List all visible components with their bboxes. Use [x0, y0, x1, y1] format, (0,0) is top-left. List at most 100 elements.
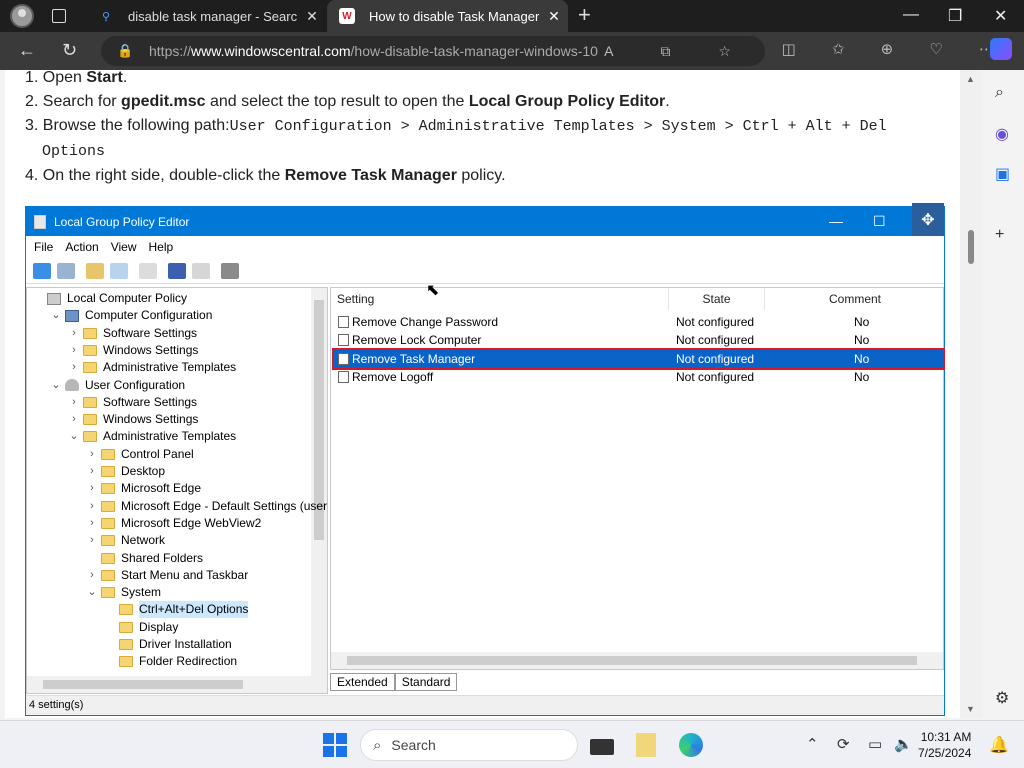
sidebar-add-icon[interactable]: +: [995, 226, 1004, 244]
tree-node-label: Local Computer Policy: [67, 291, 188, 305]
profile-avatar[interactable]: [10, 4, 34, 28]
tray-overflow-icon[interactable]: ⌃: [806, 735, 819, 753]
restore-button[interactable]: ❐: [948, 6, 962, 26]
scrollbar-thumb[interactable]: [968, 230, 974, 264]
mouse-cursor: ⬉: [426, 282, 440, 299]
tree-node-label: Microsoft Edge WebView2: [121, 515, 262, 530]
export-icon: [139, 262, 157, 279]
folder-icon: [101, 587, 115, 599]
refresh-button[interactable]: ↻: [62, 40, 77, 61]
address-bar[interactable]: 🔒 https://www.windowscentral.com/how-dis…: [101, 36, 765, 66]
copilot-icon[interactable]: [990, 38, 1012, 60]
column-header-setting: Setting: [331, 288, 669, 310]
gpe-status-bar: 4 setting(s): [26, 695, 944, 715]
tree-node: Ctrl+Alt+Del Options: [101, 601, 249, 619]
close-tab-icon[interactable]: ✕: [298, 8, 326, 25]
tab-actions-icon[interactable]: [52, 9, 66, 23]
folder-icon: [119, 656, 133, 668]
folder-icon: [101, 466, 115, 477]
clock-date: 7/25/2024: [918, 746, 972, 760]
tree-node: › Microsoft Edge - Default Settings (user…: [83, 498, 327, 515]
tree-vertical-scrollbar: [311, 288, 327, 676]
tree-expander-icon: ›: [90, 499, 94, 512]
file-explorer-icon[interactable]: [636, 733, 656, 757]
state-cell: Not configured: [676, 333, 755, 348]
address-toolbar: ← ↻ 🔒 https://www.windowscentral.com/how…: [0, 32, 1024, 70]
back-button[interactable]: ←: [18, 40, 36, 61]
task-view-icon[interactable]: [590, 739, 614, 755]
search-icon: ⚲: [101, 10, 111, 23]
page-scrollbar[interactable]: ▲ ▼: [960, 70, 982, 718]
gpe-title: Local Group Policy Editor: [54, 214, 190, 229]
tree-node: ⌄ User Configuration: [47, 377, 185, 394]
browser-tab-bar: ⚲ disable task manager - Search ✕ W How …: [0, 0, 1024, 32]
step-2: 2. Search for gpedit.msc and select the …: [25, 93, 670, 110]
move-icon: ✥: [912, 203, 944, 236]
close-window-button[interactable]: ✕: [994, 6, 1007, 26]
show-tree-icon: [110, 262, 128, 279]
gpe-menu-bar: File Action View Help: [26, 236, 944, 258]
sidebar-outlook-icon[interactable]: ▣: [995, 164, 1010, 184]
taskbar-search[interactable]: ⌕ Search: [360, 729, 578, 761]
view-tabs: Extended Standard: [330, 673, 458, 691]
state-cell: Not configured: [676, 315, 755, 329]
folder-icon: [83, 327, 97, 339]
tree-node-label: Desktop: [121, 464, 166, 478]
folder-icon: [101, 552, 115, 564]
tab-article[interactable]: W How to disable Task Manager on ✕: [327, 0, 568, 32]
tree-expander-icon: ›: [90, 516, 94, 529]
tree-expander-icon: ›: [90, 482, 94, 495]
tree-node: › Windows Settings: [65, 411, 198, 428]
folder-icon: [101, 483, 115, 495]
column-header-state: State: [669, 288, 765, 310]
volume-icon[interactable]: 🔈: [894, 735, 913, 753]
tree-node-label: Network: [121, 533, 166, 548]
tab-extended: Extended: [330, 673, 395, 691]
new-tab-button[interactable]: +: [578, 4, 591, 26]
edge-icon[interactable]: [679, 733, 703, 757]
scroll-up-icon[interactable]: ▲: [966, 74, 975, 84]
tree-expander-icon: ›: [72, 361, 76, 374]
gpe-toolbar: [26, 258, 944, 284]
state-cell: Not configured: [676, 351, 755, 366]
lock-icon: 🔒: [117, 43, 134, 58]
tree-node-label: Software Settings: [103, 325, 198, 340]
tab-title: How to disable Task Manager on: [369, 8, 540, 24]
tree-node: › Desktop: [83, 463, 165, 480]
tree-expander-icon: ›: [72, 395, 76, 408]
scroll-down-icon[interactable]: ▼: [966, 704, 975, 714]
policy-tree: Local Computer Policy ⌄ Computer Configura…: [26, 287, 328, 694]
edge-sidebar: ⌕ ◉ ▣ + ⚙: [982, 70, 1024, 720]
folder-icon: [101, 569, 115, 581]
system-clock[interactable]: 10:31 AM 7/25/2024: [918, 729, 971, 761]
clock-time: 10:31 AM: [920, 730, 972, 744]
sidebar-search-icon[interactable]: ⌕: [995, 84, 1004, 102]
tree-node: Shared Folders: [83, 550, 203, 567]
tree-expander-icon: ⌄: [69, 430, 79, 443]
properties-icon: [192, 262, 210, 279]
tree-node: Local Computer Policy: [29, 290, 187, 307]
tree-node-label: Software Settings: [103, 394, 198, 409]
start-button[interactable]: [323, 733, 347, 757]
setting-cell: Remove Task Manager: [352, 351, 476, 366]
tree-node: › Software Settings: [65, 394, 197, 411]
tree-node-label: Microsoft Edge: [121, 481, 202, 496]
minimize-button[interactable]: —: [903, 6, 919, 24]
folder-icon: [101, 535, 115, 547]
network-icon[interactable]: ▭: [868, 735, 882, 753]
close-tab-icon[interactable]: ✕: [540, 8, 568, 25]
article-content: 1. Open Start. 2. Search for gpedit.msc …: [5, 70, 960, 718]
up-folder-icon: [86, 262, 104, 279]
gpe-screenshot: Local Group Policy Editor — ☐ ✥ File Act…: [25, 203, 945, 716]
notification-bell-icon[interactable]: 🔔: [989, 735, 1009, 755]
gpe-maximize-icon: ☐: [873, 213, 886, 229]
sync-icon[interactable]: ⟳: [837, 735, 850, 753]
step-3-continued: Options: [42, 143, 106, 160]
tab-search[interactable]: ⚲ disable task manager - Search ✕: [86, 0, 326, 32]
sidebar-copilot-icon[interactable]: ◉: [995, 124, 1009, 144]
sidebar-settings-icon[interactable]: ⚙: [995, 688, 1009, 708]
toolbar-icons: ◫ ✩ ⊕ ♡ ⋯: [781, 41, 1010, 58]
comment-cell: No: [854, 315, 870, 329]
folder-icon: [83, 396, 97, 408]
column-header-comment: Comment: [828, 292, 881, 306]
